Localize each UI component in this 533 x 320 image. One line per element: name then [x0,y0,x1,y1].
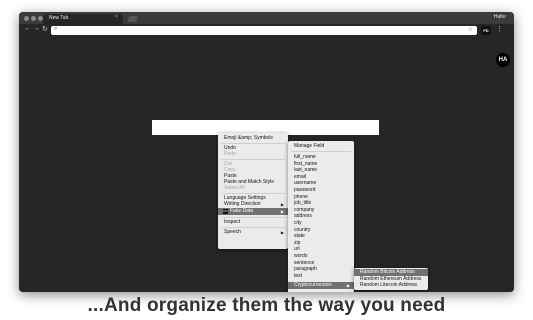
menu-separator [221,159,285,160]
menu-item-inspect[interactable]: Inspect [218,219,288,226]
menu-separator [221,193,285,194]
menu-separator [221,143,285,144]
submenu-arrow-icon: ▶ [280,209,284,214]
menu-item-emoji[interactable]: Emoji &amp; Symbols [218,135,288,142]
forward-icon[interactable]: → [33,25,40,32]
tab-close-icon[interactable]: × [115,14,118,20]
crypto-submenu: Random Bitcoin Address Random Ethereum A… [354,268,428,290]
menu-item-fake-data[interactable]: FD Fake Data ▶ [218,208,288,215]
menu-item-manage-field[interactable]: Manage Field [288,143,354,150]
menu-item-select-all: Select All [224,185,245,191]
menu-item-speech[interactable]: Speech ▶ [218,229,288,236]
back-icon[interactable]: ← [24,25,31,32]
menu-item-litecoin[interactable]: Random Litecoin Address [354,282,428,289]
new-tab-button[interactable] [126,16,139,22]
minimize-window-button[interactable] [31,16,36,21]
title-bar: New Tab × Hafer [19,12,514,24]
search-icon: ⌕ [54,26,58,32]
menu-separator [221,227,285,228]
submenu-arrow-icon: ▶ [280,202,284,207]
menu-item-bitcoin[interactable]: Random Bitcoin Address [354,269,428,276]
submenu-arrow-icon: ▶ [280,230,284,235]
toolbar: ← → ↻ ⌕ ☆ FD ⋮ [19,24,514,38]
reload-icon[interactable]: ↻ [42,25,48,33]
fake-data-extension-icon[interactable]: FD [481,26,491,35]
menu-item-field[interactable]: text [288,273,354,280]
submenu-arrow-icon: ▶ [346,283,350,288]
close-window-button[interactable] [24,16,29,21]
menu-item-cryptocurrencies[interactable]: Cryptocurrencies ▶ [288,282,354,289]
profile-name[interactable]: Hafer [494,14,506,20]
browser-menu-icon[interactable]: ⋮ [496,25,503,33]
bookmark-star-icon[interactable]: ☆ [468,26,473,33]
browser-window: New Tab × Hafer ← → ↻ ⌕ ☆ FD ⋮ HA Emoji … [19,12,514,292]
menu-separator [221,217,285,218]
fake-data-submenu: Manage Field full_name first_name last_nam… [288,141,354,292]
menu-item-writing-direction[interactable]: Writing Direction ▶ [218,201,288,208]
context-menu: Emoji &amp; Symbols Undo Redo Cut Copy P… [218,133,288,249]
tab-new-tab[interactable]: New Tab × [43,14,123,24]
tab-title: New Tab [49,15,69,21]
menu-item-redo: Redo [224,151,236,157]
avatar[interactable]: HA [496,53,510,67]
caption: ...And organize them the way you need [87,295,446,316]
fake-data-icon: FD [223,209,228,214]
address-bar[interactable]: ⌕ ☆ [51,26,477,35]
menu-separator [291,151,351,152]
